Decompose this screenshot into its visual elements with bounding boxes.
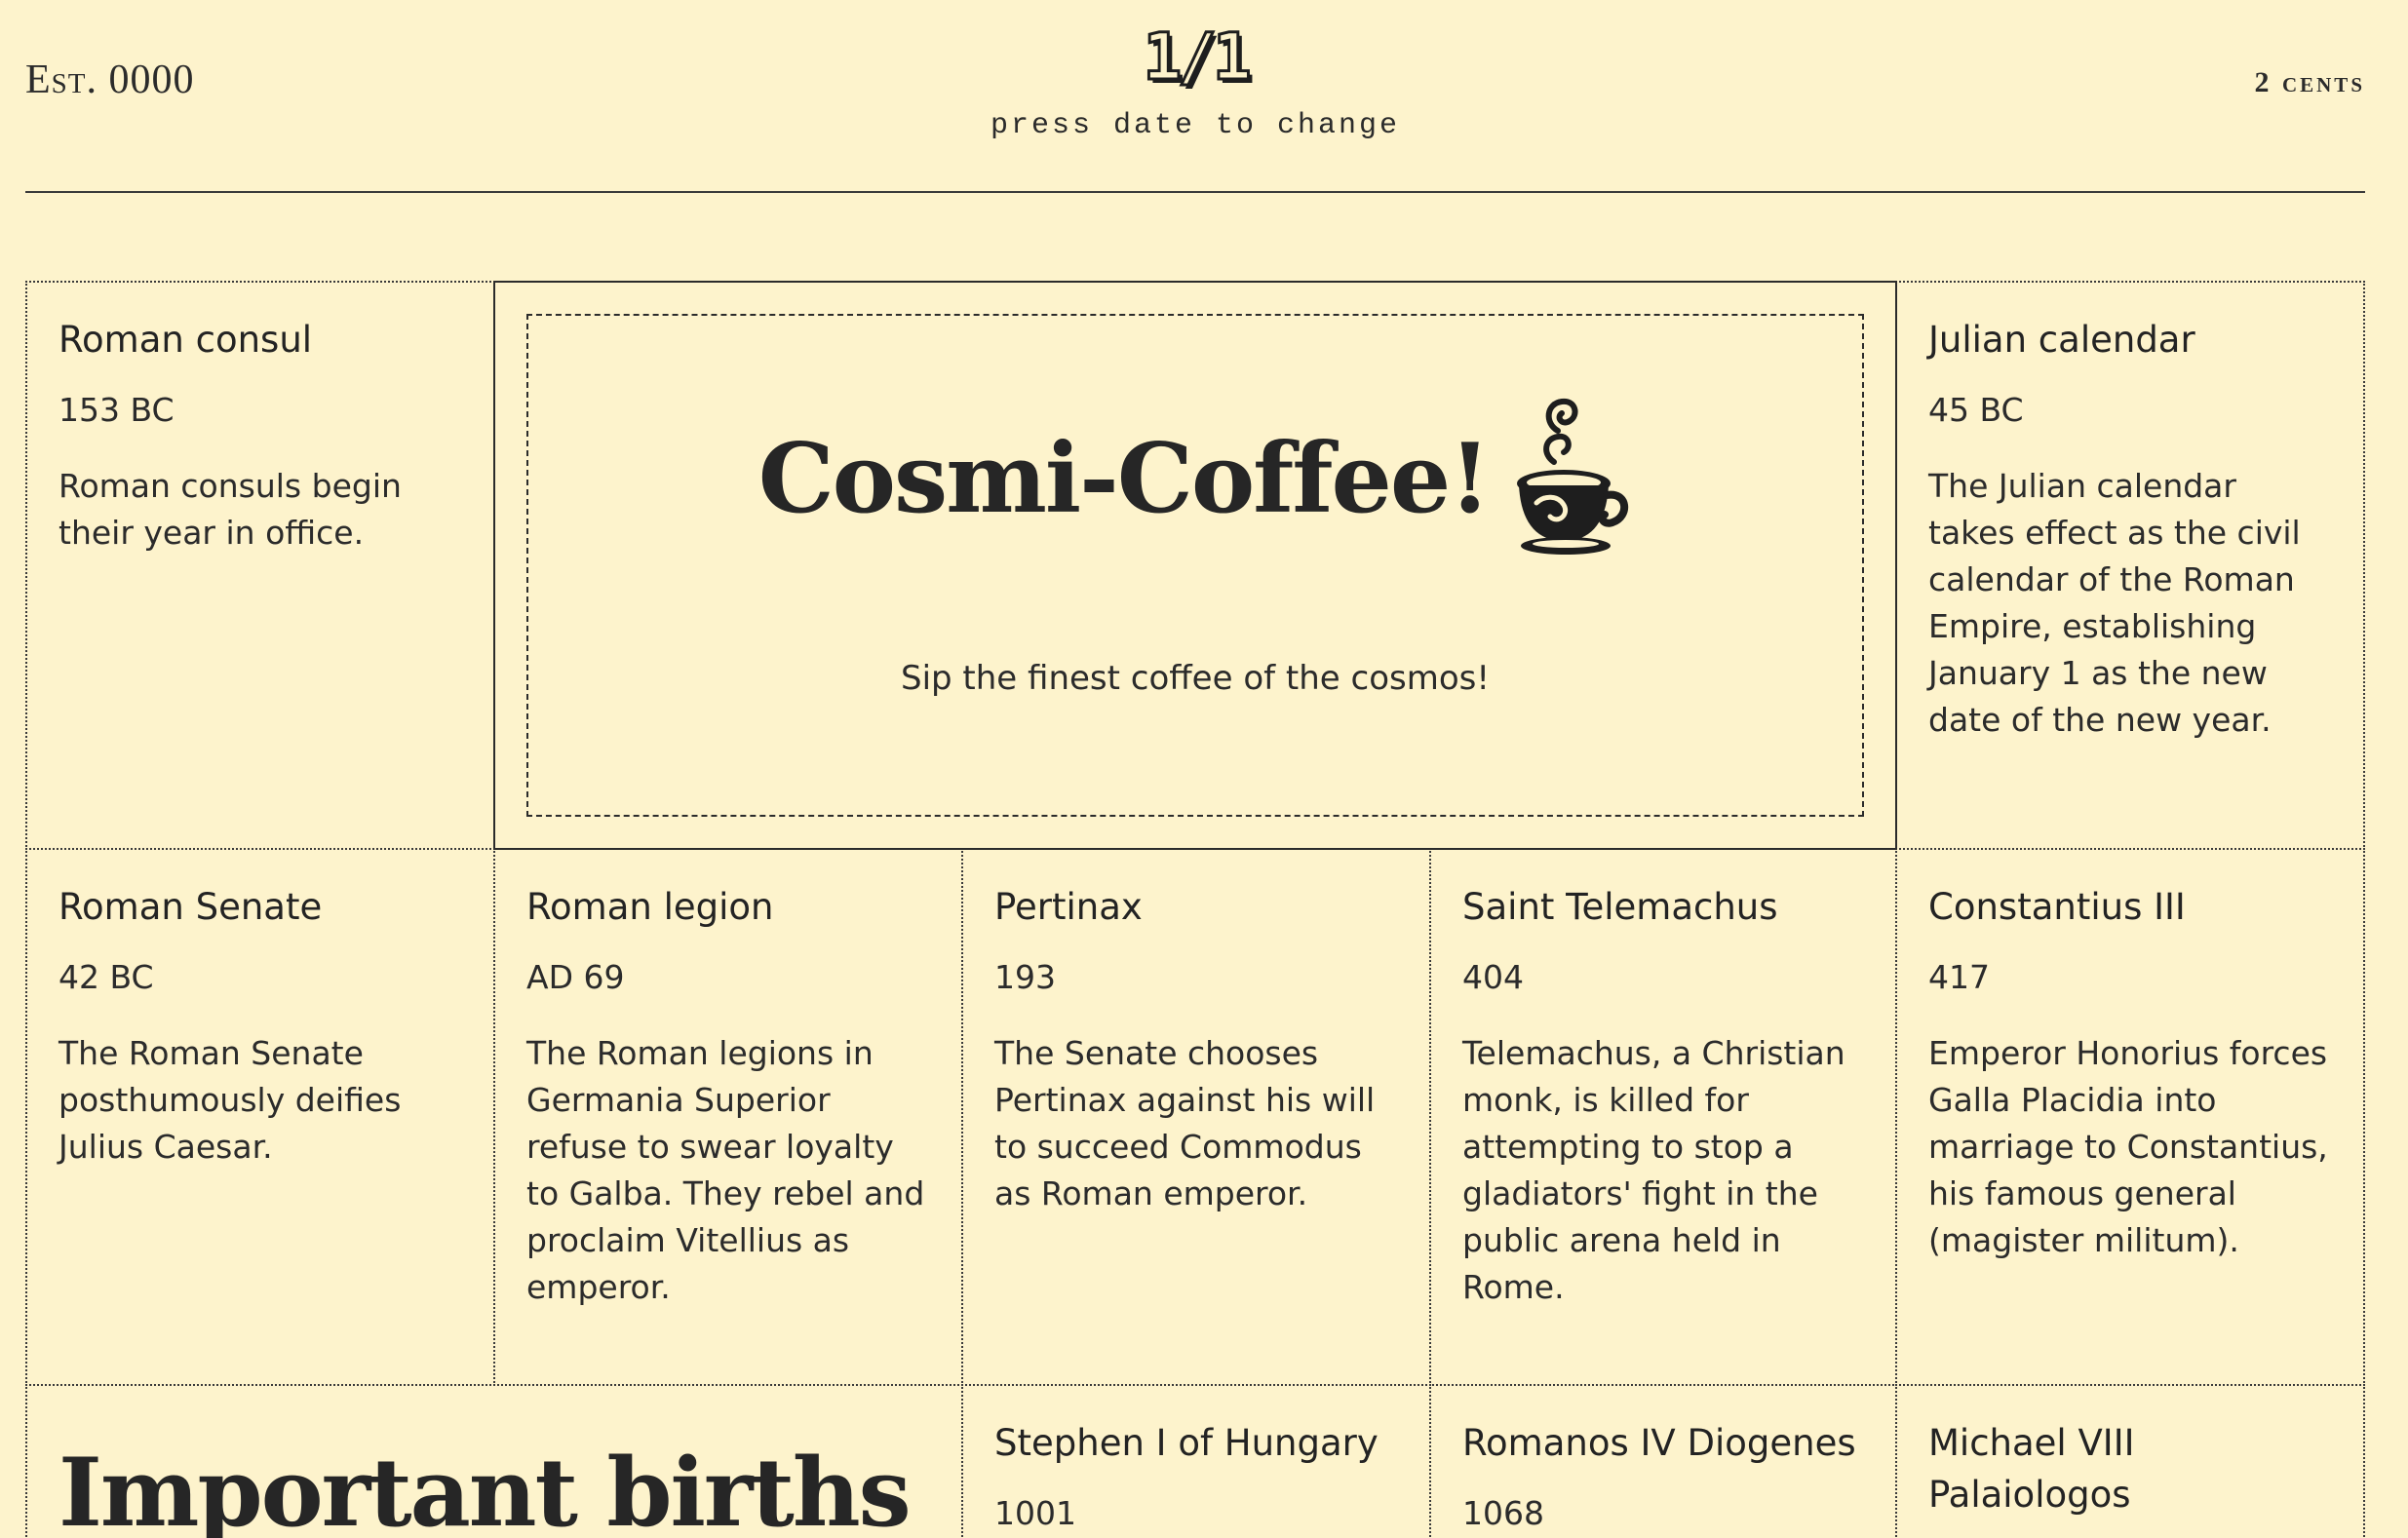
birth-card: Romanos IV Diogenes 1068 (1429, 1384, 1897, 1538)
event-description: Telemachus, a Christian monk, is killed … (1462, 1034, 1845, 1306)
event-card: Constantius III 417 Emperor Honorius for… (1895, 848, 2365, 1386)
news-grid: Roman consul 153 BC Roman consuls begin … (25, 281, 2365, 1538)
price-label: 2 cents (2254, 66, 2365, 98)
ad-title: Cosmi-Coffee! (757, 422, 1492, 535)
event-description: The Julian calendar takes effect as the … (1928, 467, 2301, 739)
event-year: 45 BC (1928, 391, 2024, 429)
event-year: 153 BC (58, 391, 175, 429)
date-hint: press date to change (990, 109, 1401, 142)
event-year: 404 (1462, 958, 1524, 996)
event-card: Roman consul 153 BC Roman consuls begin … (25, 281, 495, 850)
event-card: Roman Senate 42 BC The Roman Senate post… (25, 848, 495, 1386)
section-title: Important births (58, 1438, 912, 1538)
event-title: Pertinax (994, 886, 1143, 928)
event-title: Julian calendar (1928, 319, 2195, 361)
birth-year: 1068 (1462, 1494, 1544, 1532)
event-title: Roman Senate (58, 886, 323, 928)
event-title: Constantius III (1928, 886, 2186, 928)
date-display[interactable]: 1/1 (1142, 23, 1253, 91)
event-description: Roman consuls begin their year in office… (58, 467, 402, 552)
birth-card: Michael VIII Palaiologos (1895, 1384, 2365, 1538)
event-title: Saint Telemachus (1462, 886, 1778, 928)
event-description: The Senate chooses Pertinax against his … (994, 1034, 1376, 1212)
masthead: Est. 0000 1/1 press date to change 2 cen… (25, 0, 2365, 193)
birth-year: 1001 (994, 1494, 1076, 1532)
ad-tagline: Sip the finest coffee of the cosmos! (901, 659, 1490, 698)
event-card: Julian calendar 45 BC The Julian calenda… (1895, 281, 2365, 850)
births-section-header: Important births (25, 1384, 963, 1538)
ad-heading: Cosmi-Coffee! (528, 394, 1862, 563)
birth-title: Romanos IV Diogenes (1462, 1422, 1856, 1464)
ad-frame: Cosmi-Coffee! Sip the finest coffee of t… (526, 314, 1864, 817)
event-card: Saint Telemachus 404 Telemachus, a Chris… (1429, 848, 1897, 1386)
date-selector[interactable]: 1/1 press date to change (25, 23, 2365, 142)
event-description: The Roman Senate posthumously deifies Ju… (58, 1034, 402, 1166)
event-year: 42 BC (58, 958, 154, 996)
birth-title: Stephen I of Hungary (994, 1422, 1379, 1464)
event-description: The Roman legions in Germania Superior r… (526, 1034, 925, 1306)
event-title: Roman legion (526, 886, 774, 928)
event-card: Roman legion AD 69 The Roman legions in … (493, 848, 963, 1386)
event-description: Emperor Honorius forces Galla Placidia i… (1928, 1034, 2328, 1259)
birth-card: Stephen I of Hungary 1001 (961, 1384, 1431, 1538)
coffee-cup-icon (1515, 394, 1632, 563)
birth-title: Michael VIII Palaiologos (1928, 1422, 2135, 1516)
event-year: AD 69 (526, 958, 625, 996)
event-year: 417 (1928, 958, 1990, 996)
coffee-advertisement: Cosmi-Coffee! Sip the finest coffee of t… (493, 281, 1897, 850)
event-year: 193 (994, 958, 1056, 996)
newspaper-page: Est. 0000 1/1 press date to change 2 cen… (0, 0, 2408, 1538)
event-title: Roman consul (58, 319, 313, 361)
event-card: Pertinax 193 The Senate chooses Pertinax… (961, 848, 1431, 1386)
